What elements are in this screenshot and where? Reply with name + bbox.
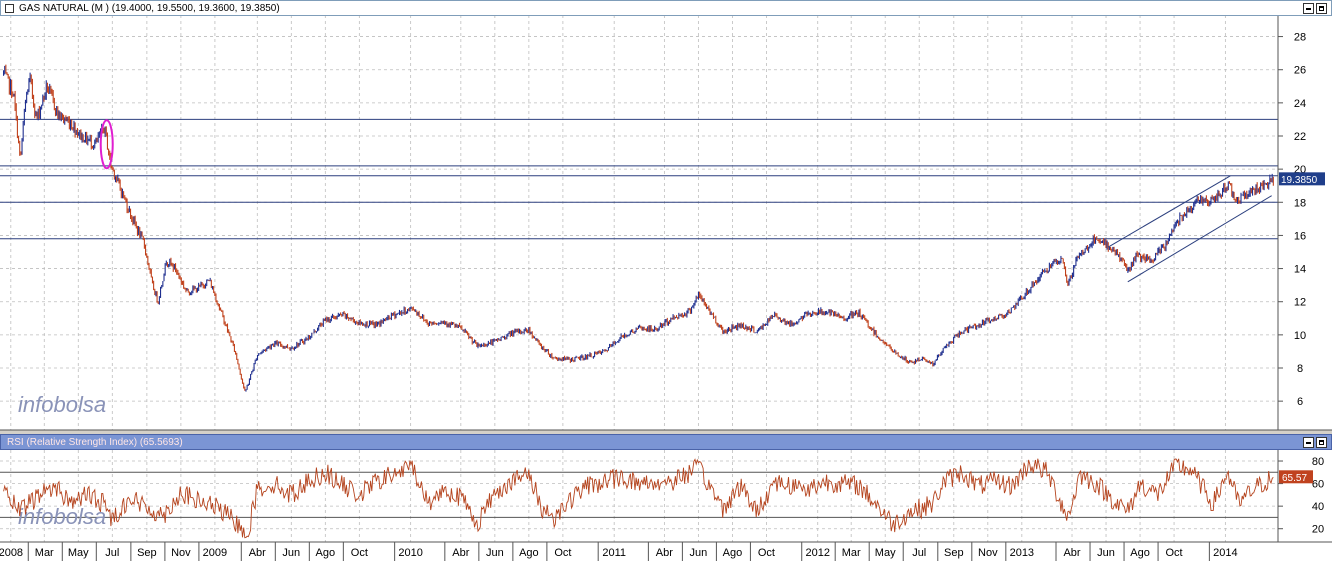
panel-checkbox[interactable]	[5, 4, 14, 13]
x-tick-label: 2008	[0, 547, 23, 559]
x-tick-label: Jun	[690, 547, 708, 559]
last-price-label: 19.3850	[1281, 175, 1318, 186]
maximize-icon	[1319, 440, 1324, 445]
rsi-plot-area	[0, 450, 1278, 542]
x-tick-label: Abr	[1063, 547, 1080, 559]
rsi-y-tick-label: 60	[1312, 479, 1324, 491]
x-tick-label: 2010	[398, 547, 422, 559]
rsi-y-tick-label: 80	[1312, 456, 1324, 468]
last-price-tag: 19.3850	[1279, 172, 1325, 186]
rsi-y-tick-label: 20	[1312, 524, 1324, 536]
x-tick-label: Abr	[656, 547, 673, 559]
x-tick-label: Sep	[944, 547, 964, 559]
x-tick-label: Oct	[1166, 547, 1183, 559]
price-y-tick-label: 8	[1297, 363, 1303, 375]
x-tick-label: May	[875, 547, 896, 559]
rsi-watermark: infobolsa	[18, 504, 106, 529]
rsi-maximize-button[interactable]	[1316, 437, 1327, 448]
x-tick-label: Sep	[137, 547, 157, 559]
price-y-tick-label: 24	[1294, 98, 1306, 110]
x-tick-label: Jul	[912, 547, 926, 559]
price-panel-header: GAS NATURAL (M ) (19.4000, 19.5500, 19.3…	[0, 0, 1332, 16]
price-y-tick-label: 26	[1294, 65, 1306, 77]
x-tick-label: Nov	[978, 547, 998, 559]
x-tick-label: Jun	[1097, 547, 1115, 559]
x-tick-label: Ago	[316, 547, 336, 559]
chart-canvas: infobolsa infobolsa 6 8 10 12 14 16 18 20 22 24 26…	[0, 15, 1332, 561]
rsi-y-tick-label: 40	[1312, 501, 1324, 513]
price-panel-title: GAS NATURAL (M ) (19.4000, 19.5500, 19.3…	[19, 3, 280, 14]
x-tick-label: Ago	[723, 547, 743, 559]
price-y-tick-label: 12	[1294, 297, 1306, 309]
x-tick-label: 2009	[203, 547, 227, 559]
price-y-tick-label: 18	[1294, 197, 1306, 209]
price-watermark: infobolsa	[18, 392, 106, 417]
maximize-icon	[1319, 6, 1324, 11]
price-y-tick-label: 14	[1294, 264, 1306, 276]
price-y-axis-area	[1278, 15, 1332, 430]
x-tick-label: 2014	[1213, 547, 1237, 559]
x-tick-label: Jul	[105, 547, 119, 559]
price-y-tick-label: 6	[1297, 396, 1303, 408]
rsi-panel-header: RSI (Relative Strength Index) (65.5693)	[0, 434, 1332, 450]
x-tick-label: Jun	[486, 547, 504, 559]
price-y-tick-label: 22	[1294, 131, 1306, 143]
x-tick-label: Ago	[519, 547, 539, 559]
x-tick-label: Nov	[171, 547, 191, 559]
x-tick-label: Oct	[758, 547, 775, 559]
price-y-tick-label: 28	[1294, 32, 1306, 44]
minimize-icon	[1306, 442, 1311, 444]
price-y-tick-label: 16	[1294, 230, 1306, 242]
x-tick-label: Abr	[452, 547, 469, 559]
rsi-minimize-button[interactable]	[1303, 437, 1314, 448]
x-tick-label: Abr	[249, 547, 266, 559]
x-tick-label: 2011	[602, 547, 626, 559]
minimize-icon	[1306, 8, 1311, 10]
x-tick-label: Ago	[1130, 547, 1150, 559]
x-tick-label: May	[68, 547, 89, 559]
x-tick-label: Oct	[554, 547, 571, 559]
rsi-panel-title: RSI (Relative Strength Index) (65.5693)	[7, 437, 183, 448]
x-tick-label: Mar	[35, 547, 54, 559]
maximize-button[interactable]	[1316, 3, 1327, 14]
price-y-tick-label: 10	[1294, 330, 1306, 342]
x-tick-label: Oct	[351, 547, 368, 559]
minimize-button[interactable]	[1303, 3, 1314, 14]
last-rsi-tag: 65.57	[1279, 470, 1313, 484]
x-tick-label: 2013	[1010, 547, 1034, 559]
x-tick-label: Jun	[282, 547, 300, 559]
x-tick-label: 2012	[805, 547, 829, 559]
x-tick-label: Mar	[842, 547, 861, 559]
last-rsi-label: 65.57	[1282, 473, 1307, 484]
